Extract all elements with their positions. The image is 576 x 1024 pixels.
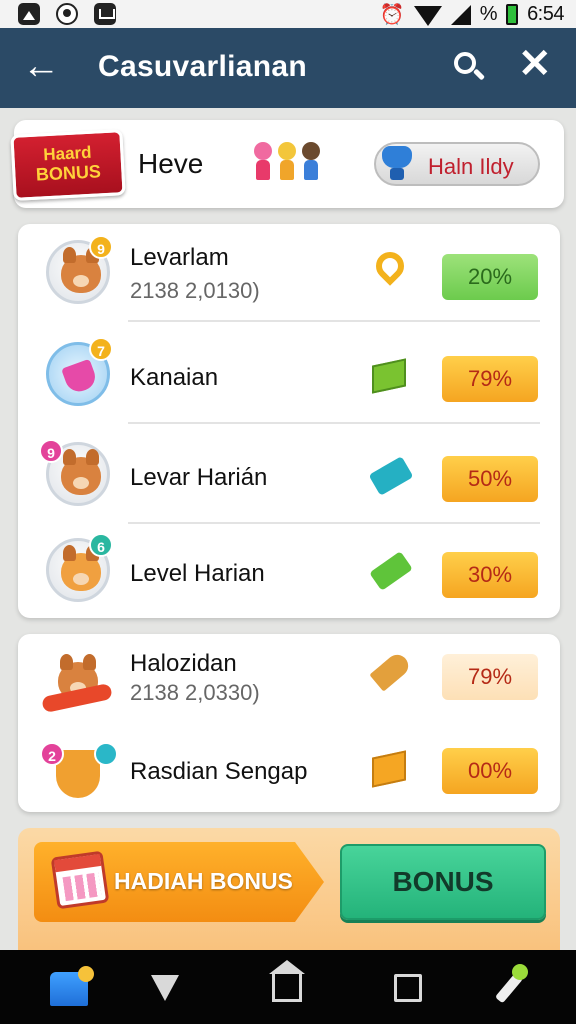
app-bar: ← Casuvarlianan ✕ <box>0 28 576 108</box>
level-badge: 2 <box>40 742 64 766</box>
daily-bonus-ribbon[interactable]: HADIAH BONUS <box>34 842 324 922</box>
percent-badge: 79% <box>442 356 538 402</box>
item-title: Levarlam <box>130 244 229 271</box>
calendar-icon <box>50 850 110 910</box>
ribbon-label: HADIAH BONUS <box>114 868 293 894</box>
list-item[interactable]: 7 Kanaian 79% <box>18 326 560 424</box>
ticket-icon <box>369 550 413 591</box>
battery-percent-text: % <box>479 3 498 25</box>
alarm-icon: ⏰ <box>379 4 405 26</box>
cube-icon <box>370 748 410 788</box>
pen-tool-icon[interactable] <box>492 964 532 1008</box>
banner-heading: Heve <box>138 148 204 179</box>
item-title: Halozidan <box>130 650 237 677</box>
mail-notification-icon <box>94 3 116 25</box>
item-title: Rasdian Sengap <box>130 758 308 785</box>
nav-recent-apps-icon[interactable] <box>394 974 422 1002</box>
list-item[interactable]: 6 Level Harian 30% <box>18 522 560 620</box>
percent-badge: 00% <box>442 748 538 794</box>
percent-badge: 30% <box>442 552 538 598</box>
system-nav-bar <box>0 950 576 1024</box>
hard-bonus-badge: Haard BONUS <box>10 129 126 201</box>
item-title: Kanaian <box>130 364 219 391</box>
badge-line-2: BONUS <box>35 161 102 185</box>
record-notification-icon <box>56 3 78 25</box>
signal-icon <box>450 4 471 25</box>
page-title: Casuvarlianan <box>98 50 307 83</box>
item-subtitle: 2138 2,0330) <box>130 680 260 705</box>
percent-badge: 50% <box>442 456 538 502</box>
key-pin-icon <box>370 246 410 292</box>
level-badge: 9 <box>89 235 113 259</box>
list-item[interactable]: Halozidan 2138 2,0330) 79% <box>18 634 560 732</box>
divider <box>128 320 540 322</box>
item-subtitle: 2138 2,0130) <box>130 278 260 303</box>
battery-icon <box>506 4 519 25</box>
trophy-icon <box>378 142 416 184</box>
characters-illustration <box>252 142 322 182</box>
daily-reward-button[interactable]: Haln Ildy <box>374 142 540 186</box>
bonus-banner-card[interactable]: Haard BONUS Heve Haln Ildy <box>10 120 564 208</box>
level-badge: 9 <box>39 439 63 463</box>
ticket-icon <box>368 454 414 496</box>
nav-home-icon[interactable] <box>269 960 305 1002</box>
percent-badge: 20% <box>442 254 538 300</box>
squirrel-avatar: 9 <box>46 235 113 304</box>
nav-back-icon[interactable] <box>151 975 179 1001</box>
horn-icon <box>369 650 413 694</box>
list-item[interactable]: 2 Rasdian Sengap 00% <box>18 724 560 822</box>
deer-avatar: 6 <box>46 533 113 602</box>
item-title: Levar Harián <box>130 464 268 491</box>
item-title: Level Harian <box>130 560 265 587</box>
daily-reward-label: Haln Ildy <box>428 154 514 179</box>
level-badge: 7 <box>89 337 113 361</box>
potion-avatar: 7 <box>46 337 113 406</box>
level-badge: 6 <box>89 533 113 557</box>
superhero-squirrel-avatar <box>41 650 113 714</box>
image-notification-icon <box>18 3 40 25</box>
bonus-button[interactable]: BONUS <box>340 844 546 920</box>
level-list-card: 9 Levarlam 2138 2,0130) 20% 7 Kanaian 79… <box>18 224 560 618</box>
app-launcher-icon[interactable] <box>44 966 96 1010</box>
wifi-icon <box>413 5 442 26</box>
search-icon[interactable] <box>452 50 486 84</box>
list-item[interactable]: 9 Levarlam 2138 2,0130) 20% <box>18 224 560 322</box>
fox-avatar: 9 <box>39 439 110 506</box>
status-bar: ⏰ % 6:54 <box>0 0 576 28</box>
list-item[interactable]: 9 Levar Harián 50% <box>18 426 560 524</box>
sparkle-badge-icon <box>94 742 118 766</box>
divider <box>128 422 540 424</box>
shield-character-avatar: 2 <box>40 740 118 804</box>
bonus-panel: HADIAH BONUS BONUS <box>18 828 560 950</box>
back-arrow-icon[interactable]: ← <box>22 46 60 86</box>
clock: 6:54 <box>527 3 564 25</box>
close-icon[interactable]: ✕ <box>518 44 552 84</box>
percent-badge: 79% <box>442 654 538 700</box>
reward-list-card: Halozidan 2138 2,0330) 79% 2 Rasdian Sen… <box>18 634 560 812</box>
gift-box-icon <box>370 354 410 394</box>
